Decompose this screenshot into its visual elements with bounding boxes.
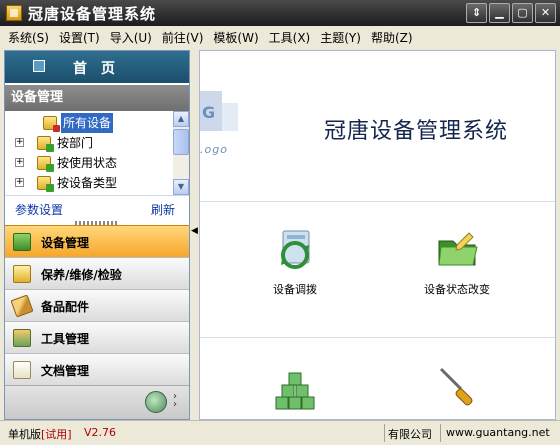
status-edition: 单机版[试用] [8, 426, 72, 442]
divider [200, 201, 555, 202]
menu-help[interactable]: 帮助(Z) [371, 29, 413, 46]
transfer-icon [273, 227, 317, 271]
status-company: 有限公司 [388, 428, 432, 441]
tile-device-status-change[interactable]: 设备状态改变 [412, 227, 502, 297]
chevron-down-icon[interactable]: › › [173, 392, 177, 410]
sidebar: 首页 设备管理 所有设备 + 按部门 + 按使用状态 + 按设备类型 ▲ ▼ 参… [4, 50, 190, 420]
tree-item-all-devices[interactable]: 所有设备 [21, 113, 171, 133]
scroll-up-icon[interactable]: ▲ [173, 111, 189, 127]
nav-maintenance[interactable]: 保养/维修/检验 [5, 257, 189, 289]
section-title: 设备管理 [5, 85, 189, 111]
tile-label: 设备状态改变 [424, 283, 490, 296]
logo: G .ogo [200, 91, 238, 163]
maintenance-icon [13, 265, 31, 283]
tree-item-by-department[interactable]: + 按部门 [15, 133, 171, 153]
collapse-left-icon[interactable]: ◀ [191, 226, 198, 236]
home-label: 首页 [73, 61, 129, 77]
home-icon [33, 60, 45, 72]
tree-item-label: 按使用状态 [57, 156, 118, 170]
folder-add-icon [37, 176, 54, 192]
tile-screwdriver[interactable] [412, 363, 502, 417]
tree-item-label: 按设备类型 [57, 176, 118, 190]
status-bar: 单机版[试用] V2.76 有限公司 www.guantang.net [0, 420, 560, 445]
folder-add-icon [37, 136, 54, 152]
refresh-round-icon[interactable] [145, 391, 167, 413]
edition-text: 单机版 [8, 428, 41, 441]
nav-label: 工具管理 [41, 332, 90, 346]
status-divider [384, 424, 385, 442]
menu-tools[interactable]: 工具(X) [269, 29, 311, 46]
refresh-link[interactable]: 刷新 [151, 201, 175, 218]
screwdriver-icon [435, 363, 479, 407]
clipboard-icon [13, 361, 31, 379]
folder-add-icon [37, 156, 54, 172]
scroll-down-icon[interactable]: ▼ [173, 179, 189, 195]
app-icon [6, 5, 22, 21]
params-settings-link[interactable]: 参数设置 [15, 201, 63, 218]
pane-splitter[interactable]: ◀ [190, 50, 199, 420]
tree-item-by-device-type[interactable]: + 按设备类型 [15, 173, 171, 193]
status-url[interactable]: www.guantang.net [446, 426, 550, 439]
status-divider [440, 424, 441, 442]
expand-icon[interactable]: + [15, 178, 24, 187]
menu-system[interactable]: 系统(S) [8, 29, 49, 46]
folder-doc-icon [43, 116, 60, 132]
logo-letter: G [202, 103, 216, 122]
banner-title: 冠唐设备管理系统 [324, 119, 509, 144]
home-button[interactable]: 首页 [5, 51, 189, 83]
maximize-button[interactable]: ▢ [512, 3, 533, 23]
nav-device-management[interactable]: 设备管理 [5, 225, 189, 257]
main-pane: G .ogo 冠唐设备管理系统 设备调拨 设备状态改变 [199, 50, 556, 420]
minimize-button[interactable]: ▁ [489, 3, 510, 23]
nav-label: 文档管理 [41, 364, 90, 378]
restore-arrows-button[interactable]: ⇕ [466, 3, 487, 23]
tile-cubes[interactable] [250, 369, 340, 419]
close-button[interactable]: ✕ [535, 3, 556, 23]
nav-tools-management[interactable]: 工具管理 [5, 321, 189, 353]
menu-goto[interactable]: 前往(V) [162, 29, 204, 46]
menu-theme[interactable]: 主题(Y) [320, 29, 361, 46]
ruler-icon [10, 294, 34, 318]
menu-bar: 系统(S) 设置(T) 导入(U) 前往(V) 模板(W) 工具(X) 主题(Y… [0, 26, 560, 48]
tree-scrollbar[interactable]: ▲ ▼ [173, 111, 189, 195]
tile-label: 设备调拨 [273, 283, 317, 296]
divider [200, 337, 555, 338]
nav-footer: › › [5, 385, 189, 419]
logo-subtext: .ogo [200, 143, 228, 156]
status-change-icon [435, 227, 479, 271]
app-window: 冠唐设备管理系统 ⇕ ▁ ▢ ✕ 系统(S) 设置(T) 导入(U) 前往(V)… [0, 0, 560, 445]
menu-import[interactable]: 导入(U) [110, 29, 152, 46]
expand-icon[interactable]: + [15, 138, 24, 147]
folder-open-icon [13, 233, 31, 251]
tools-icon [13, 329, 31, 347]
window-title: 冠唐设备管理系统 [28, 5, 157, 23]
tree-item-by-usage-status[interactable]: + 按使用状态 [15, 153, 171, 173]
trial-badge: [试用] [41, 428, 72, 441]
device-tree: 所有设备 + 按部门 + 按使用状态 + 按设备类型 ▲ ▼ [5, 111, 189, 195]
window-controls: ⇕ ▁ ▢ ✕ [466, 3, 556, 23]
tree-item-label: 按部门 [57, 136, 94, 150]
cubes-icon [273, 369, 317, 413]
tile-device-transfer[interactable]: 设备调拨 [250, 227, 340, 297]
nav-spare-parts[interactable]: 备品配件 [5, 289, 189, 321]
status-version: V2.76 [84, 426, 117, 439]
nav-document-management[interactable]: 文档管理 [5, 353, 189, 385]
menu-template[interactable]: 模板(W) [213, 29, 258, 46]
menu-settings[interactable]: 设置(T) [59, 29, 100, 46]
nav-label: 保养/维修/检验 [41, 268, 122, 282]
title-bar[interactable]: 冠唐设备管理系统 ⇕ ▁ ▢ ✕ [0, 0, 560, 26]
tree-item-label: 所有设备 [61, 113, 114, 133]
tree-links: 参数设置 刷新 [5, 195, 189, 221]
nav-label: 备品配件 [41, 300, 90, 314]
expand-icon[interactable]: + [15, 158, 24, 167]
nav-label: 设备管理 [41, 236, 90, 250]
scroll-thumb[interactable] [173, 129, 189, 155]
